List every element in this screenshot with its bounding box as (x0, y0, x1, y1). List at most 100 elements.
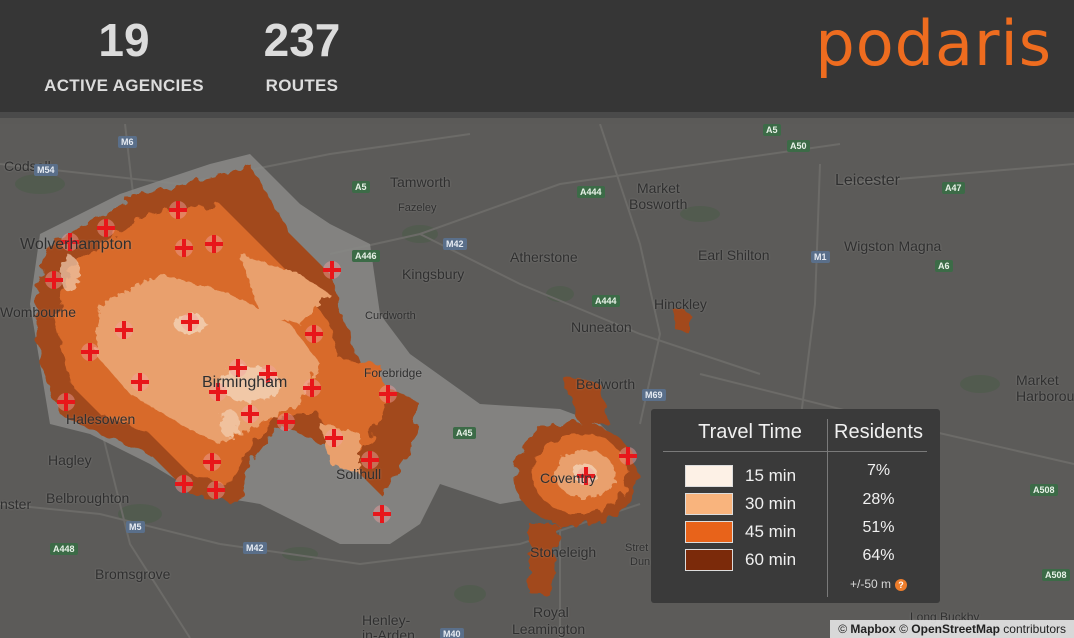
road-shield: M42 (243, 542, 267, 554)
stop-marker-icon[interactable] (57, 393, 75, 411)
stop-marker-icon[interactable] (115, 321, 133, 339)
place-label: Stoneleigh (530, 544, 597, 560)
map-attribution: © Mapbox © OpenStreetMap contributors (830, 620, 1074, 638)
place-label: Forebridge (364, 366, 423, 380)
podaris-logo[interactable]: podaris (815, 4, 1052, 84)
accuracy-text: +/-50 m (849, 577, 891, 591)
legend-row-label: 60 min (745, 550, 797, 569)
stop-marker-icon[interactable] (169, 201, 187, 219)
stop-marker-icon[interactable] (207, 481, 225, 499)
legend-divider (663, 451, 927, 452)
stop-marker-icon[interactable] (373, 505, 391, 523)
legend-travel-time-title: Travel Time (698, 421, 802, 443)
legend-residents-pct: 51% (862, 519, 895, 536)
place-label: Leamington (512, 621, 586, 637)
stop-marker-icon[interactable] (619, 447, 637, 465)
place-label: Wolverhampton (20, 236, 132, 253)
stop-marker-icon[interactable] (131, 373, 149, 391)
road-shield: A508 (1042, 569, 1070, 581)
place-label: Hinckley (654, 296, 707, 312)
legend-row-label: 45 min (745, 522, 797, 541)
legend-row-label: 15 min (745, 466, 797, 485)
stop-marker-icon[interactable] (205, 235, 223, 253)
osm-link[interactable]: OpenStreetMap (911, 622, 1000, 636)
place-label: Nuneaton (571, 319, 632, 335)
stop-marker-icon[interactable] (277, 413, 295, 431)
question-icon[interactable]: ? (895, 578, 907, 591)
road-shield: A47 (942, 182, 965, 194)
place-label: Stret (625, 542, 649, 554)
legend-column-divider (827, 419, 828, 597)
legend-accuracy-note: +/-50 m? (831, 577, 926, 591)
place-label: Bosworth (629, 196, 688, 212)
road-shield: A6 (935, 260, 953, 272)
road-shield: A5 (763, 124, 781, 136)
road-shield: A444 (577, 186, 605, 198)
place-label: Wombourne (0, 304, 77, 320)
stop-marker-icon[interactable] (97, 219, 115, 237)
agencies-count: 19 (98, 14, 150, 66)
attribution-suffix: contributors (999, 622, 1066, 636)
attribution-prefix: © (838, 622, 851, 636)
place-label: Wigston Magna (844, 238, 942, 254)
legend-swatch (685, 521, 733, 543)
mapbox-link[interactable]: Mapbox (850, 622, 895, 636)
place-label: Birmingham (202, 374, 288, 391)
stop-marker-icon[interactable] (323, 261, 341, 279)
road-shield: A508 (1030, 484, 1058, 496)
place-label: Dun (630, 556, 651, 568)
header-bar: 19 ACTIVE AGENCIES 237 ROUTES podaris (0, 0, 1074, 118)
place-label: Kingsbury (402, 266, 465, 282)
place-label: Tamworth (390, 174, 451, 190)
place-label: Hagley (48, 452, 92, 468)
stop-marker-icon[interactable] (175, 475, 193, 493)
road-shield: M5 (126, 521, 145, 533)
road-shield: M54 (34, 164, 58, 176)
stop-marker-icon[interactable] (325, 429, 343, 447)
legend-row-label: 30 min (745, 494, 797, 513)
place-label: Solihull (336, 466, 382, 482)
stat-active-agencies: 19 ACTIVE AGENCIES (24, 14, 224, 96)
road-shield: A448 (50, 543, 78, 555)
legend-row-60: 60 min (685, 548, 825, 574)
legend-residents-title: Residents (834, 421, 923, 443)
legend-swatch (685, 465, 733, 487)
place-label: Market (1016, 372, 1059, 388)
road-shield: A444 (592, 295, 620, 307)
place-label: Market (637, 180, 680, 196)
attribution-mid: © (895, 622, 912, 636)
stop-marker-icon[interactable] (181, 313, 199, 331)
routes-count: 237 (263, 14, 341, 66)
stop-marker-icon[interactable] (303, 379, 321, 397)
stop-marker-icon[interactable] (175, 239, 193, 257)
legend-swatch (685, 549, 733, 571)
agencies-label: ACTIVE AGENCIES (44, 76, 204, 95)
place-label: Henley- (362, 612, 411, 628)
road-shield: A5 (352, 181, 370, 193)
road-shield: M69 (642, 389, 666, 401)
stop-marker-icon[interactable] (241, 405, 259, 423)
place-label: Halesowen (66, 411, 136, 427)
stop-marker-icon[interactable] (81, 343, 99, 361)
place-label: Bromsgrove (95, 566, 171, 582)
place-label: Belbroughton (46, 490, 130, 506)
place-label: Harborough (1016, 388, 1074, 404)
road-shield: A45 (453, 427, 476, 439)
place-label: Atherstone (510, 249, 578, 265)
travel-time-legend: Travel Time Residents 15 min 7% 30 min 2… (651, 409, 940, 603)
stop-marker-icon[interactable] (203, 453, 221, 471)
road-shield: A446 (352, 250, 380, 262)
road-shield: M6 (118, 136, 137, 148)
place-label: Fazeley (398, 202, 437, 214)
road-shield: M1 (811, 251, 830, 263)
road-shield: M42 (443, 238, 467, 250)
legend-residents-pct: 64% (862, 547, 895, 564)
routes-label: ROUTES (265, 76, 339, 95)
stop-marker-icon[interactable] (305, 325, 323, 343)
legend-row-15: 15 min (685, 464, 825, 490)
stop-marker-icon[interactable] (45, 271, 63, 289)
place-label: Curdworth (365, 310, 416, 322)
place-label: in-Arden (362, 627, 415, 638)
road-shield: A50 (787, 140, 810, 152)
stop-marker-icon[interactable] (379, 385, 397, 403)
